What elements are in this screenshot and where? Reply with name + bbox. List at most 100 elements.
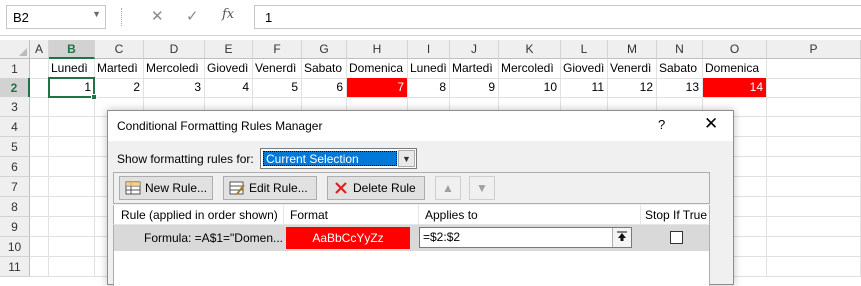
column-header-p[interactable]: P — [767, 40, 861, 59]
row-header-1[interactable]: 1 — [0, 59, 30, 79]
edit-rule-button[interactable]: Edit Rule... — [223, 176, 317, 200]
cell[interactable] — [767, 137, 861, 157]
help-icon[interactable]: ? — [658, 117, 665, 132]
new-rule-button[interactable]: New Rule... — [119, 176, 213, 200]
row-header-10[interactable]: 10 — [0, 237, 30, 257]
cell-number[interactable]: 5 — [253, 78, 302, 98]
column-header-k[interactable]: K — [499, 40, 561, 59]
cell-day-name[interactable]: Sabato — [302, 59, 347, 79]
row-header-8[interactable]: 8 — [0, 197, 30, 217]
column-header-g[interactable]: G — [302, 40, 347, 59]
enter-icon[interactable]: ✓ — [186, 7, 199, 25]
row-header-7[interactable]: 7 — [0, 177, 30, 197]
cell-number[interactable]: 11 — [561, 78, 608, 98]
cell-number[interactable]: 2 — [95, 78, 144, 98]
cell[interactable] — [30, 97, 49, 117]
column-header-j[interactable]: J — [450, 40, 499, 59]
cell-number[interactable]: 6 — [302, 78, 347, 98]
chevron-down-icon[interactable]: ▼ — [92, 9, 101, 19]
cell[interactable] — [767, 197, 861, 217]
row-header-4[interactable]: 4 — [0, 117, 30, 137]
column-header-l[interactable]: L — [561, 40, 608, 59]
cell[interactable] — [49, 117, 95, 137]
cell[interactable] — [767, 237, 861, 257]
cell[interactable] — [30, 257, 49, 277]
delete-rule-button[interactable]: Delete Rule — [327, 176, 425, 200]
cell[interactable] — [49, 237, 95, 257]
row-header-5[interactable]: 5 — [0, 137, 30, 157]
cell[interactable] — [767, 117, 861, 137]
cell-number[interactable]: 10 — [499, 78, 561, 98]
column-header-d[interactable]: D — [144, 40, 205, 59]
column-header-c[interactable]: C — [95, 40, 144, 59]
cancel-icon[interactable]: ✕ — [151, 7, 164, 25]
cell-day-name[interactable]: Venerdì — [608, 59, 657, 79]
stop-if-true-checkbox[interactable] — [670, 231, 683, 244]
insert-function-icon[interactable]: fx — [222, 7, 234, 22]
fill-handle[interactable] — [91, 94, 97, 100]
move-down-button[interactable]: ▼ — [469, 176, 495, 200]
cell[interactable] — [49, 217, 95, 237]
cell-number[interactable]: 9 — [450, 78, 499, 98]
cell-number[interactable]: 12 — [608, 78, 657, 98]
cell[interactable] — [767, 78, 861, 98]
cell-day-name[interactable]: Sabato — [657, 59, 703, 79]
column-header-b[interactable]: B — [49, 40, 95, 59]
column-header-e[interactable]: E — [205, 40, 253, 59]
cell-number[interactable]: 4 — [205, 78, 253, 98]
cell[interactable] — [767, 257, 861, 277]
cell-day-name[interactable]: Martedì — [450, 59, 499, 79]
row-header-11[interactable]: 11 — [0, 257, 30, 277]
cell[interactable] — [767, 217, 861, 237]
applies-to-input[interactable]: =$2:$2 — [419, 227, 632, 248]
cell[interactable] — [767, 59, 861, 79]
column-header-m[interactable]: M — [608, 40, 657, 59]
cell-day-name[interactable]: Martedì — [95, 59, 144, 79]
cell[interactable] — [30, 217, 49, 237]
cell-day-name[interactable]: Giovedì — [561, 59, 608, 79]
column-header-n[interactable]: N — [657, 40, 703, 59]
cell[interactable] — [49, 97, 95, 117]
cell-number[interactable]: 13 — [657, 78, 703, 98]
column-header-o[interactable]: O — [703, 40, 767, 59]
cell[interactable] — [49, 197, 95, 217]
cell[interactable] — [49, 257, 95, 277]
column-header-h[interactable]: H — [347, 40, 408, 59]
cell[interactable] — [30, 117, 49, 137]
column-header-a[interactable]: A — [30, 40, 49, 59]
close-icon[interactable]: ✕ — [704, 114, 718, 134]
cell[interactable] — [49, 157, 95, 177]
cell-day-name[interactable]: Mercoledì — [144, 59, 205, 79]
cell-highlighted[interactable]: 14 — [703, 78, 767, 98]
cell[interactable] — [30, 78, 49, 98]
column-header-f[interactable]: F — [253, 40, 302, 59]
cell-highlighted[interactable]: 7 — [347, 78, 408, 98]
show-rules-select[interactable]: Current Selection ▼ — [260, 148, 417, 169]
cell-day-name[interactable]: Giovedì — [205, 59, 253, 79]
cell[interactable] — [30, 197, 49, 217]
cell[interactable] — [30, 157, 49, 177]
row-header-9[interactable]: 9 — [0, 217, 30, 237]
cell[interactable] — [49, 137, 95, 157]
row-header-2[interactable]: 2 — [0, 78, 30, 98]
cell[interactable] — [767, 97, 861, 117]
cell-number[interactable]: 8 — [408, 78, 450, 98]
cell[interactable] — [30, 177, 49, 197]
cell-day-name[interactable]: Lunedì — [408, 59, 450, 79]
cell-day-name[interactable]: Venerdì — [253, 59, 302, 79]
cell-day-name[interactable]: Mercoledì — [499, 59, 561, 79]
cell-day-name[interactable]: Lunedì — [49, 59, 95, 79]
range-picker-button[interactable] — [612, 228, 631, 247]
select-all-corner[interactable] — [0, 40, 30, 59]
chevron-down-icon[interactable]: ▼ — [398, 150, 415, 167]
name-box[interactable]: B2 ▼ — [6, 5, 106, 29]
cell[interactable] — [30, 237, 49, 257]
row-header-3[interactable]: 3 — [0, 97, 30, 117]
row-header-6[interactable]: 6 — [0, 157, 30, 177]
cell-day-name[interactable]: Domenica — [347, 59, 408, 79]
rule-row[interactable]: Formula: =A$1="Domen... AaBbCcYyZz =$2:$… — [114, 225, 709, 251]
cell[interactable] — [30, 59, 49, 79]
cell[interactable] — [767, 177, 861, 197]
formula-input[interactable]: 1 — [254, 5, 861, 29]
cell[interactable] — [30, 137, 49, 157]
